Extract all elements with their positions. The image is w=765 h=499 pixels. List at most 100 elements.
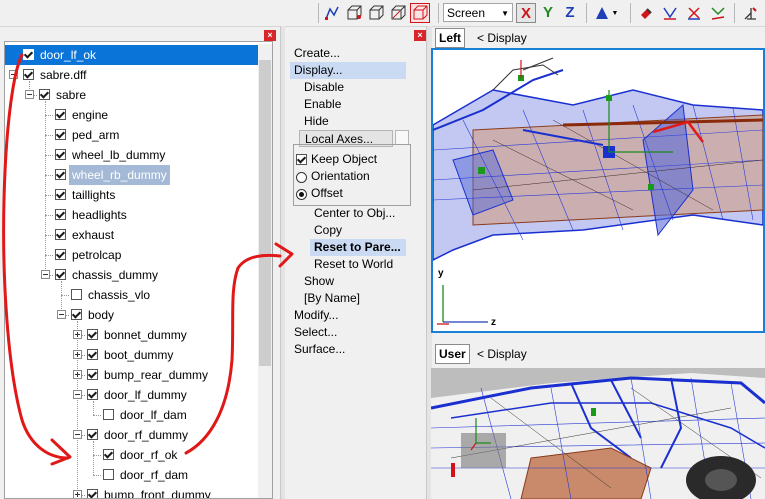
menu-item-show[interactable]: Show bbox=[304, 273, 334, 290]
tree-item[interactable]: door_rf_ok bbox=[5, 445, 260, 465]
visibility-checkbox[interactable] bbox=[23, 49, 34, 60]
tree-item[interactable]: chassis_vlo bbox=[5, 285, 260, 305]
tree-item[interactable]: bonnet_dummy bbox=[5, 325, 260, 345]
box-selected-icon[interactable] bbox=[410, 3, 430, 23]
visibility-checkbox[interactable] bbox=[87, 349, 98, 360]
visibility-checkbox[interactable] bbox=[103, 449, 114, 460]
visibility-checkbox[interactable] bbox=[103, 409, 114, 420]
viewport-display-menu[interactable]: < Display bbox=[477, 28, 527, 48]
coordinate-system-select[interactable]: Screen ▼ bbox=[443, 3, 513, 22]
tree-item[interactable]: wheel_lb_dummy bbox=[5, 145, 260, 165]
visibility-checkbox[interactable] bbox=[71, 289, 82, 300]
collapse-icon[interactable] bbox=[73, 390, 82, 399]
menu-item-display[interactable]: Display... bbox=[290, 62, 406, 79]
close-icon[interactable]: × bbox=[414, 30, 426, 41]
menu-item-copy[interactable]: Copy bbox=[314, 222, 342, 239]
menu-item-modify[interactable]: Modify... bbox=[294, 307, 338, 324]
menu-item-hide[interactable]: Hide bbox=[304, 113, 329, 130]
collapse-icon[interactable] bbox=[41, 270, 50, 279]
visibility-checkbox[interactable] bbox=[55, 209, 66, 220]
place-highlight-icon[interactable] bbox=[740, 3, 760, 23]
collapse-icon[interactable] bbox=[25, 90, 34, 99]
tree-item[interactable]: exhaust bbox=[5, 225, 260, 245]
visibility-checkbox[interactable] bbox=[55, 229, 66, 240]
visibility-checkbox[interactable] bbox=[39, 89, 50, 100]
visibility-checkbox[interactable] bbox=[87, 429, 98, 440]
chevron-down-icon[interactable]: ▼ bbox=[610, 3, 620, 23]
offset-radio[interactable] bbox=[296, 189, 307, 200]
menu-item-create[interactable]: Create... bbox=[294, 45, 340, 62]
tree-item[interactable]: body bbox=[5, 305, 260, 325]
collapse-icon[interactable] bbox=[9, 70, 18, 79]
move-keypoint-icon[interactable] bbox=[322, 3, 342, 23]
visibility-checkbox[interactable] bbox=[55, 109, 66, 120]
menu-item-surface[interactable]: Surface... bbox=[294, 341, 345, 358]
tree-item[interactable]: chassis_dummy bbox=[5, 265, 260, 285]
expand-icon[interactable] bbox=[73, 490, 82, 498]
tree-item[interactable]: headlights bbox=[5, 205, 260, 225]
viewport-label-user[interactable]: User bbox=[435, 344, 470, 364]
box-front-icon[interactable] bbox=[388, 3, 408, 23]
visibility-checkbox[interactable] bbox=[55, 189, 66, 200]
visibility-checkbox[interactable] bbox=[55, 249, 66, 260]
expand-icon[interactable] bbox=[73, 370, 82, 379]
tree-item[interactable]: door_rf_dummy bbox=[5, 425, 260, 445]
tree-item[interactable]: engine bbox=[5, 105, 260, 125]
axis-x-button[interactable]: X bbox=[516, 3, 536, 23]
tree-item[interactable]: door_lf_dam bbox=[5, 405, 260, 425]
tree-item[interactable]: sabre.dff bbox=[5, 65, 260, 85]
left-viewport[interactable]: y z bbox=[431, 48, 765, 333]
align-icon[interactable] bbox=[684, 3, 704, 23]
tree-item[interactable]: bump_front_dummy bbox=[5, 485, 260, 498]
tree-scrollbar-thumb[interactable] bbox=[259, 60, 271, 366]
viewport-display-menu[interactable]: < Display bbox=[477, 344, 527, 364]
tree-item[interactable]: door_rf_dam bbox=[5, 465, 260, 485]
normal-align-icon[interactable] bbox=[708, 3, 728, 23]
menu-item-reset-to-parent[interactable]: Reset to Pare... bbox=[310, 239, 406, 256]
axis-y-button[interactable]: Y bbox=[538, 3, 558, 23]
visibility-checkbox[interactable] bbox=[87, 389, 98, 400]
visibility-checkbox[interactable] bbox=[55, 149, 66, 160]
visibility-checkbox[interactable] bbox=[87, 329, 98, 340]
menu-item-reset-to-world[interactable]: Reset to World bbox=[314, 256, 393, 273]
tree-item[interactable]: ped_arm bbox=[5, 125, 260, 145]
tree-item-label: door_rf_dummy bbox=[104, 428, 189, 442]
axis-z-button[interactable]: Z bbox=[560, 3, 580, 23]
tree-item[interactable]: door_lf_ok bbox=[5, 44, 261, 66]
visibility-checkbox[interactable] bbox=[55, 269, 66, 280]
collapse-icon[interactable] bbox=[73, 430, 82, 439]
tree-item[interactable]: boot_dummy bbox=[5, 345, 260, 365]
menu-item-disable[interactable]: Disable bbox=[304, 79, 344, 96]
menu-item-by-name[interactable]: [By Name] bbox=[304, 290, 360, 307]
menu-item-center-to-obj[interactable]: Center to Obj... bbox=[314, 205, 395, 222]
expand-icon[interactable] bbox=[73, 350, 82, 359]
tree-item[interactable]: wheel_rb_dummy bbox=[5, 165, 260, 185]
tree-item[interactable]: bump_rear_dummy bbox=[5, 365, 260, 385]
mirror-icon[interactable] bbox=[660, 3, 680, 23]
keep-object-checkbox[interactable] bbox=[296, 154, 307, 165]
visibility-checkbox[interactable] bbox=[55, 129, 66, 140]
visibility-checkbox[interactable] bbox=[87, 489, 98, 498]
user-viewport[interactable] bbox=[431, 368, 765, 499]
bounding-box-icon[interactable] bbox=[344, 3, 364, 23]
viewport-label-left[interactable]: Left bbox=[435, 28, 465, 48]
tree-item[interactable]: petrolcap bbox=[5, 245, 260, 265]
menu-item-enable[interactable]: Enable bbox=[304, 96, 341, 113]
close-icon[interactable]: × bbox=[264, 30, 276, 41]
expand-icon[interactable] bbox=[73, 330, 82, 339]
collapse-icon[interactable] bbox=[57, 310, 66, 319]
box-outline-icon[interactable] bbox=[366, 3, 386, 23]
visibility-checkbox[interactable] bbox=[71, 309, 82, 320]
visibility-checkbox[interactable] bbox=[23, 69, 34, 80]
axis-constraint-icon[interactable] bbox=[592, 3, 612, 23]
visibility-checkbox[interactable] bbox=[55, 169, 66, 180]
tree-item[interactable]: door_lf_dummy bbox=[5, 385, 260, 405]
visibility-checkbox[interactable] bbox=[103, 469, 114, 480]
tree-item[interactable]: sabre bbox=[5, 85, 260, 105]
local-axes-expand-button[interactable] bbox=[395, 130, 409, 145]
snap-magnet-icon[interactable] bbox=[636, 3, 656, 23]
tree-item[interactable]: taillights bbox=[5, 185, 260, 205]
visibility-checkbox[interactable] bbox=[87, 369, 98, 380]
menu-item-select[interactable]: Select... bbox=[294, 324, 337, 341]
orientation-radio[interactable] bbox=[296, 172, 307, 183]
